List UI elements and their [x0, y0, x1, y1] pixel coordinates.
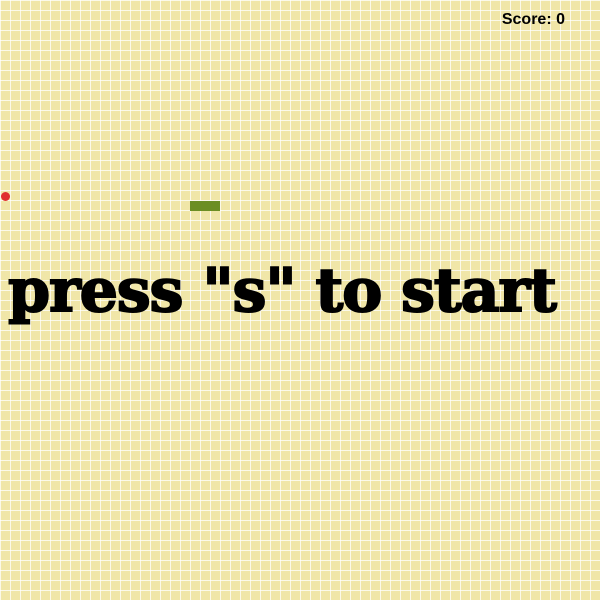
snake-segment	[210, 201, 220, 211]
start-message: press "s" to start	[7, 255, 558, 327]
game-board[interactable]: Score: 0 press "s" to start	[0, 0, 600, 600]
snake-segment	[190, 201, 200, 211]
food-icon	[1, 192, 10, 201]
score-display: Score: 0	[501, 11, 565, 28]
snake-segment	[200, 201, 210, 211]
snake	[190, 201, 220, 211]
